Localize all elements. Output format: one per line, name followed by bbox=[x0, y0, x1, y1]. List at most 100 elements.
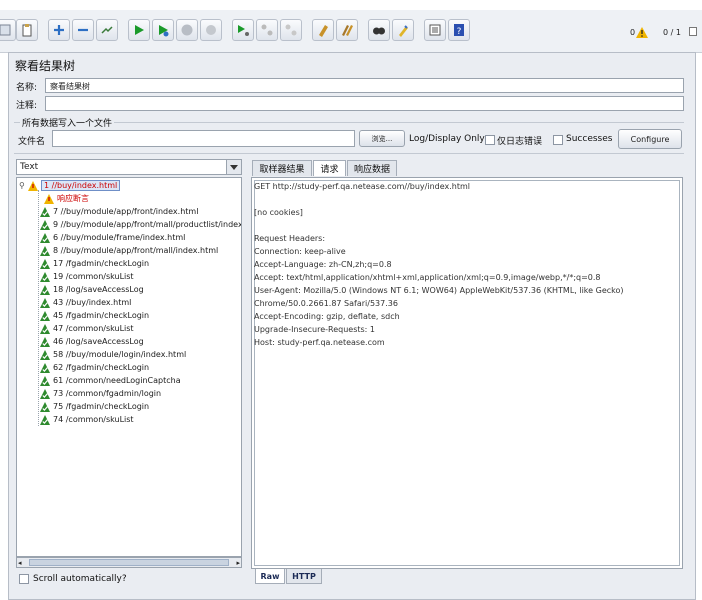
clear-all-icon[interactable] bbox=[336, 19, 358, 41]
tree-item[interactable]: 73 /common/fgadmin/login bbox=[40, 387, 161, 400]
tree-item[interactable]: 18 /log/saveAccessLog bbox=[40, 283, 144, 296]
filename-input[interactable] bbox=[52, 130, 355, 147]
tree-item[interactable]: 43 //buy/index.html bbox=[40, 296, 131, 309]
successes-label: Successes bbox=[566, 134, 613, 144]
function-helper-icon[interactable] bbox=[424, 19, 446, 41]
tree-row-root[interactable]: ⚲ 1 //buy/index.html bbox=[19, 179, 121, 192]
file-group-label: 所有数据写入一个文件 bbox=[20, 116, 115, 129]
tree-guide-line bbox=[38, 190, 39, 426]
scrollbar-thumb[interactable] bbox=[29, 559, 229, 566]
file-group-border bbox=[14, 122, 684, 123]
success-icon bbox=[40, 323, 50, 334]
success-icon bbox=[40, 258, 50, 269]
comment-field[interactable] bbox=[45, 96, 684, 111]
start-icon[interactable] bbox=[128, 19, 150, 41]
clear-icon[interactable] bbox=[312, 19, 334, 41]
successes-checkbox[interactable] bbox=[553, 135, 563, 145]
cut-icon[interactable] bbox=[0, 19, 16, 41]
tab-raw[interactable]: Raw bbox=[255, 569, 285, 584]
tree-item[interactable]: 74 /common/skuList bbox=[40, 413, 134, 426]
tree-item-label: 8 //buy/module/app/front/mall/index.html bbox=[53, 246, 219, 255]
tree-assertion-label: 响应断言 bbox=[57, 194, 89, 203]
tree-item[interactable]: 6 //buy/module/frame/index.html bbox=[40, 231, 185, 244]
collapse-icon[interactable] bbox=[72, 19, 94, 41]
tree-item-label: 19 /common/skuList bbox=[53, 272, 134, 281]
toggle-icon[interactable] bbox=[96, 19, 118, 41]
renderer-selected-value: Text bbox=[20, 162, 39, 172]
log-display-label: Log/Display Only: bbox=[409, 134, 488, 144]
start-no-pauses-icon[interactable] bbox=[152, 19, 174, 41]
tab-request[interactable]: 请求 bbox=[313, 160, 346, 176]
tree-item[interactable]: 9 //buy/module/app/front/mall/productlis… bbox=[40, 218, 241, 231]
tree-item-label: 62 /fgadmin/checkLogin bbox=[53, 363, 150, 372]
request-line: User-Agent: Mozilla/5.0 (Windows NT 6.1;… bbox=[254, 286, 624, 295]
tree-item-label: 74 /common/skuList bbox=[53, 415, 134, 424]
name-field[interactable]: 察看结果树 bbox=[45, 78, 684, 93]
tree-item-label: 18 /log/saveAccessLog bbox=[53, 285, 144, 294]
page-title: 察看结果树 bbox=[15, 59, 76, 73]
scroll-automatically-checkbox[interactable] bbox=[19, 574, 29, 584]
tree-item[interactable]: 47 /common/skuList bbox=[40, 322, 134, 335]
tree-item-label: 6 //buy/module/frame/index.html bbox=[53, 233, 186, 242]
errors-only-checkbox[interactable] bbox=[485, 135, 495, 145]
tree-item-label: 46 /log/saveAccessLog bbox=[53, 337, 144, 346]
remote-start-icon[interactable] bbox=[232, 19, 254, 41]
tree-item[interactable]: 8 //buy/module/app/front/mall/index.html bbox=[40, 244, 218, 257]
tab-sampler-result[interactable]: 取样器结果 bbox=[252, 160, 312, 176]
scroll-left-icon[interactable]: ◂ bbox=[18, 559, 22, 567]
success-icon bbox=[40, 401, 50, 412]
remote-shutdown-icon bbox=[280, 19, 302, 41]
request-line: Accept-Language: zh-CN,zh;q=0.8 bbox=[254, 260, 392, 269]
renderer-select[interactable]: Text bbox=[16, 159, 242, 175]
success-icon bbox=[40, 388, 50, 399]
success-icon bbox=[40, 271, 50, 282]
help-icon[interactable]: ? bbox=[448, 19, 470, 41]
shutdown-icon bbox=[200, 19, 222, 41]
request-line: Upgrade-Insecure-Requests: 1 bbox=[254, 325, 375, 334]
success-icon bbox=[40, 232, 50, 243]
results-tree: ⚲ 1 //buy/index.html 响应断言 7 //buy/module… bbox=[16, 177, 242, 557]
success-icon bbox=[40, 219, 50, 230]
tree-item[interactable]: 19 /common/skuList bbox=[40, 270, 134, 283]
warning-icon bbox=[44, 193, 54, 204]
thread-count: 0 / 1 bbox=[663, 28, 681, 37]
horizontal-scrollbar[interactable]: ◂ ▸ bbox=[16, 557, 242, 568]
request-line: Request Headers: bbox=[254, 234, 326, 243]
tree-row-assertion[interactable]: 响应断言 bbox=[44, 192, 89, 205]
tree-item[interactable]: 58 //buy/module/login/index.html bbox=[40, 348, 186, 361]
errors-only-label: 仅日志错误 bbox=[497, 137, 543, 147]
tree-expand-icon[interactable]: ⚲ bbox=[19, 181, 28, 190]
configure-button[interactable]: Configure bbox=[618, 129, 682, 149]
tree-item[interactable]: 61 /common/needLoginCaptcha bbox=[40, 374, 181, 387]
tree-item[interactable]: 7 //buy/module/app/front/index.html bbox=[40, 205, 198, 218]
tree-item-label: 58 //buy/module/login/index.html bbox=[53, 350, 187, 359]
request-line: GET http://study-perf.qa.netease.com//bu… bbox=[254, 182, 471, 191]
toolbar: ? 0 0 / 1 bbox=[0, 10, 702, 53]
tree-item[interactable]: 75 /fgadmin/checkLogin bbox=[40, 400, 149, 413]
expand-icon[interactable] bbox=[48, 19, 70, 41]
request-line: [no cookies] bbox=[254, 208, 303, 217]
request-line: Accept: text/html,application/xhtml+xml,… bbox=[254, 273, 601, 282]
tab-response-data[interactable]: 响应数据 bbox=[347, 160, 397, 176]
tree-item-label: 47 /common/skuList bbox=[53, 324, 134, 333]
tree-item[interactable]: 17 /fgadmin/checkLogin bbox=[40, 257, 149, 270]
tree-item[interactable]: 45 /fgadmin/checkLogin bbox=[40, 309, 149, 322]
scroll-automatically-label: Scroll automatically? bbox=[33, 574, 127, 584]
tree-item[interactable]: 62 /fgadmin/checkLogin bbox=[40, 361, 149, 374]
thread-status-indicator bbox=[689, 27, 697, 36]
warning-icon bbox=[28, 180, 38, 191]
reset-search-icon[interactable] bbox=[392, 19, 414, 41]
scroll-right-icon[interactable]: ▸ bbox=[236, 559, 240, 567]
request-line: Accept-Encoding: gzip, deflate, sdch bbox=[254, 312, 400, 321]
name-value: 察看结果树 bbox=[50, 82, 90, 91]
success-icon bbox=[40, 349, 50, 360]
warning-count: 0 bbox=[630, 28, 636, 37]
success-icon bbox=[40, 375, 50, 386]
paste-icon[interactable] bbox=[16, 19, 38, 41]
tree-item-label: 7 //buy/module/app/front/index.html bbox=[53, 207, 199, 216]
search-icon[interactable] bbox=[368, 19, 390, 41]
tab-http[interactable]: HTTP bbox=[286, 569, 322, 584]
tree-item[interactable]: 46 /log/saveAccessLog bbox=[40, 335, 144, 348]
chevron-down-icon[interactable] bbox=[226, 160, 241, 174]
browse-button[interactable]: 浏览... bbox=[359, 130, 405, 147]
